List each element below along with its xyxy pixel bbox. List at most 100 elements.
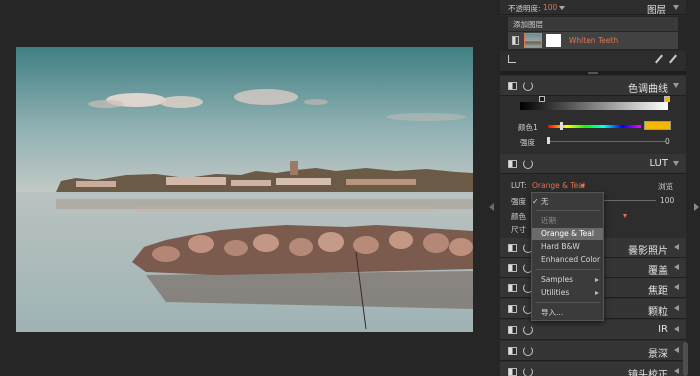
edited-photo[interactable] bbox=[16, 47, 473, 332]
color1-hue-handle[interactable] bbox=[560, 122, 563, 130]
lut-strength-value: 100 bbox=[660, 196, 675, 205]
layer-toolbar bbox=[500, 51, 686, 69]
focus-title: 焦距 bbox=[648, 286, 668, 297]
lut-color-dropdown-icon[interactable] bbox=[623, 214, 627, 218]
menu-item-samples-label: Samples bbox=[541, 275, 574, 284]
curves-header[interactable]: 色调曲线 bbox=[500, 76, 686, 96]
layers-header: 不透明度: 100 图层 bbox=[500, 0, 686, 16]
checkmark-icon: ✓ bbox=[532, 197, 539, 206]
menu-separator bbox=[536, 302, 600, 303]
lut-reset-icon[interactable] bbox=[523, 159, 533, 169]
curves-strength-label: 强度 bbox=[520, 138, 535, 147]
curves-gradient-bar[interactable] bbox=[520, 102, 668, 110]
ir-expand-icon[interactable] bbox=[674, 326, 679, 332]
photo-image bbox=[16, 47, 473, 332]
dof-expand-icon[interactable] bbox=[674, 347, 679, 353]
collapse-right-arrow-icon[interactable] bbox=[694, 203, 699, 211]
lens-title: 镜头校正 bbox=[628, 370, 668, 376]
ir-enable-icon[interactable] bbox=[508, 326, 517, 334]
film-enable-icon[interactable] bbox=[508, 244, 517, 252]
dof-reset-icon[interactable] bbox=[523, 346, 533, 356]
menu-item-import[interactable]: 导入... bbox=[532, 307, 603, 319]
focus-expand-icon[interactable] bbox=[674, 284, 679, 290]
panel-scrollbar[interactable] bbox=[686, 0, 694, 376]
curves-strength-handle[interactable] bbox=[547, 137, 550, 144]
dof-header[interactable]: 景深 bbox=[500, 341, 686, 361]
film-expand-icon[interactable] bbox=[674, 244, 679, 250]
brush-icon[interactable] bbox=[669, 54, 677, 64]
layer-mask-thumbnail[interactable] bbox=[546, 34, 561, 47]
ir-reset-icon[interactable] bbox=[523, 325, 533, 335]
layer-name: Whiten Teeth bbox=[569, 36, 619, 45]
lut-title: LUT bbox=[649, 158, 668, 169]
lut-selected-value[interactable]: Orange & Teal bbox=[532, 181, 585, 190]
layer-list: 添加图层 Whiten Teeth bbox=[500, 16, 686, 51]
overlay-title: 覆盖 bbox=[648, 266, 668, 277]
lut-dropdown-menu: ✓ 无 近期 Orange & Teal Hard B&W Enhanced C… bbox=[531, 192, 604, 321]
submenu-arrow-icon bbox=[595, 278, 599, 282]
curves-reset-icon[interactable] bbox=[523, 81, 533, 91]
curves-enable-icon[interactable] bbox=[508, 82, 517, 90]
lut-strength-slider[interactable] bbox=[604, 200, 656, 201]
layers-title: 图层 bbox=[647, 5, 667, 16]
lut-enable-icon[interactable] bbox=[508, 160, 517, 168]
layer-row[interactable]: Whiten Teeth bbox=[508, 32, 678, 49]
ir-title: IR bbox=[658, 324, 668, 335]
overlay-enable-icon[interactable] bbox=[508, 264, 517, 272]
curves-collapse-icon[interactable] bbox=[673, 83, 679, 88]
grain-enable-icon[interactable] bbox=[508, 305, 517, 313]
lens-reset-icon[interactable] bbox=[523, 367, 533, 376]
menu-header-recent: 近期 bbox=[541, 216, 556, 225]
menu-item-orange-teal[interactable]: Orange & Teal bbox=[532, 228, 603, 240]
lens-enable-icon[interactable] bbox=[508, 368, 517, 376]
lut-dropdown-icon[interactable] bbox=[581, 184, 585, 188]
pen-icon[interactable] bbox=[655, 54, 663, 64]
lut-strength-label: 强度 bbox=[511, 197, 526, 206]
add-layer-label: 添加图层 bbox=[513, 20, 543, 29]
menu-item-hard-bw[interactable]: Hard B&W bbox=[532, 241, 603, 253]
collapse-layers-icon[interactable] bbox=[673, 5, 679, 10]
add-layer-row[interactable]: 添加图层 bbox=[508, 17, 678, 31]
menu-separator bbox=[536, 269, 600, 270]
color1-swatch[interactable] bbox=[644, 121, 671, 130]
divider-grip[interactable] bbox=[588, 72, 598, 74]
menu-item-none[interactable]: ✓ 无 bbox=[532, 196, 603, 208]
menu-item-enhanced-color[interactable]: Enhanced Color bbox=[532, 254, 603, 266]
lut-header[interactable]: LUT bbox=[500, 154, 686, 174]
curves-strength-value: 0 bbox=[665, 137, 670, 146]
photo-canvas[interactable] bbox=[0, 0, 488, 376]
curves-strength-slider[interactable] bbox=[548, 141, 666, 142]
white-point-handle[interactable] bbox=[664, 96, 670, 102]
submenu-arrow-icon bbox=[595, 291, 599, 295]
dof-title: 景深 bbox=[648, 349, 668, 360]
crop-icon[interactable] bbox=[508, 55, 516, 63]
ir-header[interactable]: IR bbox=[500, 320, 686, 340]
lut-browse-button[interactable]: 浏览 bbox=[658, 181, 673, 192]
film-title: 曇影照片 bbox=[628, 246, 668, 257]
grain-title: 颗粒 bbox=[648, 307, 668, 318]
menu-item-utilities[interactable]: Utilities bbox=[532, 287, 603, 299]
menu-item-none-label: 无 bbox=[541, 197, 549, 206]
panel-scroll-thumb[interactable] bbox=[683, 342, 688, 376]
menu-separator bbox=[536, 210, 600, 211]
lut-collapse-icon[interactable] bbox=[673, 161, 679, 166]
curves-body: 颜色1 强度 0 bbox=[500, 96, 686, 152]
color1-label: 颜色1 bbox=[518, 123, 538, 132]
dof-enable-icon[interactable] bbox=[508, 347, 517, 355]
grain-expand-icon[interactable] bbox=[674, 305, 679, 311]
menu-item-samples[interactable]: Samples bbox=[532, 274, 603, 286]
lens-header[interactable]: 镜头校正 bbox=[500, 362, 686, 376]
focus-enable-icon[interactable] bbox=[508, 284, 517, 292]
lut-label: LUT: bbox=[511, 181, 527, 190]
layer-visibility-icon[interactable] bbox=[512, 36, 519, 45]
curves-title: 色调曲线 bbox=[628, 84, 668, 95]
opacity-value[interactable]: 100 bbox=[543, 3, 557, 12]
lens-expand-icon[interactable] bbox=[674, 368, 679, 374]
layer-thumbnail[interactable] bbox=[524, 33, 542, 48]
menu-item-utilities-label: Utilities bbox=[541, 288, 570, 297]
overlay-expand-icon[interactable] bbox=[674, 264, 679, 270]
black-point-handle[interactable] bbox=[539, 96, 545, 102]
opacity-label: 不透明度: bbox=[508, 4, 541, 13]
collapse-left-arrow-icon[interactable] bbox=[489, 203, 494, 211]
opacity-dropdown-icon[interactable] bbox=[559, 6, 565, 10]
